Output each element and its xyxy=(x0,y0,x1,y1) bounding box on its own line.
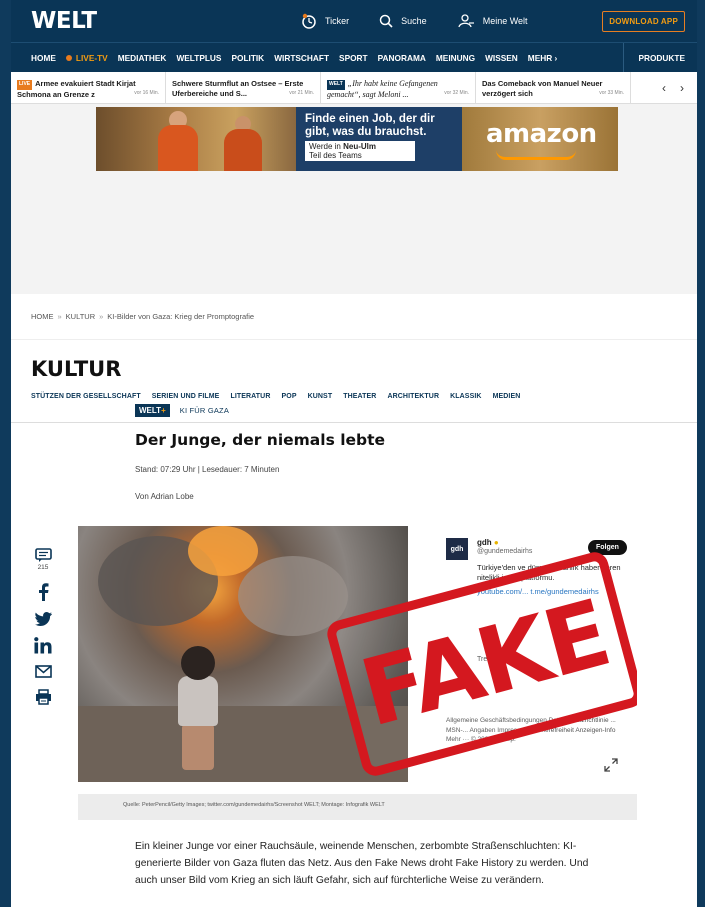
nav-mehr[interactable]: MEHR › xyxy=(528,53,558,63)
ticker-item-time: vor 32 Min. xyxy=(444,89,469,96)
amazon-logo: amazon xyxy=(486,119,597,149)
expand-icon[interactable] xyxy=(604,758,618,777)
main-nav: HOME LIVE-TV MEDIATHEK WELTPLUS POLITIK … xyxy=(11,42,697,72)
tweet-name-text: gdh xyxy=(477,538,492,547)
email-share-button[interactable] xyxy=(34,665,52,678)
article-lead: Ein kleiner Junge vor einer Rauchsäule, … xyxy=(135,841,589,886)
breadcrumb-separator: » xyxy=(99,312,104,321)
amazon-ad-banner[interactable]: Finde einen Job, der dir gibt, was du br… xyxy=(96,107,618,171)
weltplus-badge: WELT+ xyxy=(135,404,170,417)
facebook-icon xyxy=(39,583,49,601)
ticker-item-text: Das Comeback von Manuel Neuer verzögert … xyxy=(482,79,603,98)
nav-weltplus[interactable]: WELTPLUS xyxy=(176,53,221,63)
email-icon xyxy=(34,665,52,678)
nav-home[interactable]: HOME xyxy=(31,53,56,63)
ad-area: Finde einen Job, der dir gibt, was du br… xyxy=(11,104,697,294)
ticker-prev-button[interactable]: ‹ xyxy=(662,81,666,95)
welt-badge: WELT xyxy=(327,80,345,90)
section-title[interactable]: KULTUR xyxy=(11,340,697,381)
news-ticker: LIVE Armee evakuiert Stadt Kirjat Schmona… xyxy=(11,72,697,104)
linkedin-share-button[interactable] xyxy=(34,637,52,654)
ticker-item-text: Schwere Sturmflut an Ostsee – Erste Ufer… xyxy=(172,79,304,98)
tweet-handle: @gundemedairhs xyxy=(477,548,533,555)
ticker-item-time: vor 16 Min. xyxy=(134,89,159,96)
nav-produkte[interactable]: PRODUKTE xyxy=(623,43,697,72)
nav-live-tv-label: LIVE-TV xyxy=(75,52,108,63)
ticker-item[interactable]: WELT „Ihr habt keine Gefangenen gemacht“,… xyxy=(321,72,476,103)
tweet-name: gdh ● xyxy=(477,538,499,547)
nav-sport[interactable]: SPORT xyxy=(339,53,368,63)
ticker-item[interactable]: Das Comeback von Manuel Neuer verzögert … xyxy=(476,72,631,103)
ticker-label: Ticker xyxy=(325,16,350,26)
ad-headline: Finde einen Job, der dir gibt, was du br… xyxy=(305,113,435,138)
breadcrumb: HOME » KULTUR » KI-Bilder von Gaza: Krie… xyxy=(11,294,697,340)
breadcrumb-current: KI-Bilder von Gaza: Krieg der Promptogra… xyxy=(107,312,255,321)
nav-live-tv[interactable]: LIVE-TV xyxy=(65,52,108,63)
search-link[interactable]: Suche xyxy=(379,14,427,28)
tweet-avatar: gdh xyxy=(446,538,468,560)
facebook-share-button[interactable] xyxy=(37,583,49,601)
ticker-link[interactable]: Ticker xyxy=(301,13,349,29)
breadcrumb-separator: » xyxy=(57,312,62,321)
search-icon xyxy=(379,14,393,28)
nav-meinung[interactable]: MEINUNG xyxy=(436,53,475,63)
nav-wissen[interactable]: WISSEN xyxy=(485,53,518,63)
ticker-arrows: ‹ › xyxy=(655,72,691,103)
ad-text: Finde einen Job, der dir gibt, was du br… xyxy=(296,107,462,171)
comment-icon xyxy=(34,548,52,562)
download-app-button[interactable]: DOWNLOAD APP xyxy=(602,11,685,32)
article-header: WELT+ KI FÜR GAZA Der Junge, der niemals… xyxy=(135,404,575,501)
ad-line1-city: Neu-Ulm xyxy=(343,142,376,151)
comment-button[interactable] xyxy=(34,548,52,563)
ticker-icon xyxy=(302,13,316,29)
print-button[interactable] xyxy=(35,689,52,705)
user-icon xyxy=(458,14,474,28)
image-caption: Quelle: PeterPencil/Getty Images; twitte… xyxy=(78,794,637,820)
live-badge: LIVE xyxy=(17,80,33,90)
article-headline: Der Junge, der niemals lebte xyxy=(135,431,386,449)
subnav-item[interactable]: STÜTZEN DER GESELLSCHAFT xyxy=(31,393,141,422)
browser-page: WELT Ticker Suche Meine Welt DOWNLOAD AP… xyxy=(11,0,697,907)
twitter-share-button[interactable] xyxy=(34,612,52,626)
kicker-text: KI FÜR GAZA xyxy=(179,406,230,415)
ticker-item-text: Armee evakuiert Stadt Kirjat Schmona an … xyxy=(17,79,136,99)
comment-count: 215 xyxy=(37,564,49,571)
ad-box: Werde in Neu-Ulm Teil des Teams xyxy=(305,141,415,161)
ticker-item[interactable]: Schwere Sturmflut an Ostsee – Erste Ufer… xyxy=(166,72,321,103)
article-author: Von Adrian Lobe xyxy=(135,492,194,501)
twitter-icon xyxy=(34,612,52,626)
ad-brand-area: amazon xyxy=(462,107,618,171)
top-actions: Ticker Suche Meine Welt xyxy=(301,0,558,42)
account-label: Meine Welt xyxy=(482,16,528,26)
print-icon xyxy=(35,689,51,705)
fake-stamp-text: FAKE xyxy=(350,579,620,748)
nav-mediathek[interactable]: MEDIATHEK xyxy=(118,53,167,63)
breadcrumb-kultur[interactable]: KULTUR xyxy=(66,312,95,321)
ad-photo xyxy=(96,107,296,171)
article-kicker: WELT+ KI FÜR GAZA xyxy=(135,404,575,417)
welt-logo[interactable]: WELT xyxy=(31,8,97,34)
ad-line2: Teil des Teams xyxy=(309,151,362,160)
article-image[interactable]: gdh gdh ● @gundemedairhs Folgen Türkiye'… xyxy=(78,526,637,782)
verified-icon: ● xyxy=(493,538,499,547)
ad-line1-prefix: Werde in xyxy=(309,142,344,151)
ticker-item-time: vor 21 Min. xyxy=(289,89,314,96)
nav-politik[interactable]: POLITIK xyxy=(231,53,264,63)
amazon-smile-icon xyxy=(496,150,576,160)
nav-panorama[interactable]: PANORAMA xyxy=(378,53,426,63)
top-bar: WELT Ticker Suche Meine Welt DOWNLOAD AP… xyxy=(11,0,697,42)
linkedin-icon xyxy=(34,637,52,654)
live-dot-icon xyxy=(65,54,72,61)
search-label: Suche xyxy=(401,16,427,26)
weltplus-badge-text: WELT xyxy=(139,406,162,415)
breadcrumb-home[interactable]: HOME xyxy=(31,312,54,321)
ticker-next-button[interactable]: › xyxy=(680,81,684,95)
nav-wirtschaft[interactable]: WIRTSCHAFT xyxy=(274,53,329,63)
weltplus-badge-plus: + xyxy=(161,406,166,415)
ticker-item-time: vor 33 Min. xyxy=(599,89,624,96)
article-meta: Stand: 07:29 Uhr | Lesedauer: 7 Minuten xyxy=(135,465,280,474)
share-rail: 215 xyxy=(31,548,55,716)
account-link[interactable]: Meine Welt xyxy=(457,14,528,28)
ticker-item[interactable]: LIVE Armee evakuiert Stadt Kirjat Schmona… xyxy=(11,72,166,103)
